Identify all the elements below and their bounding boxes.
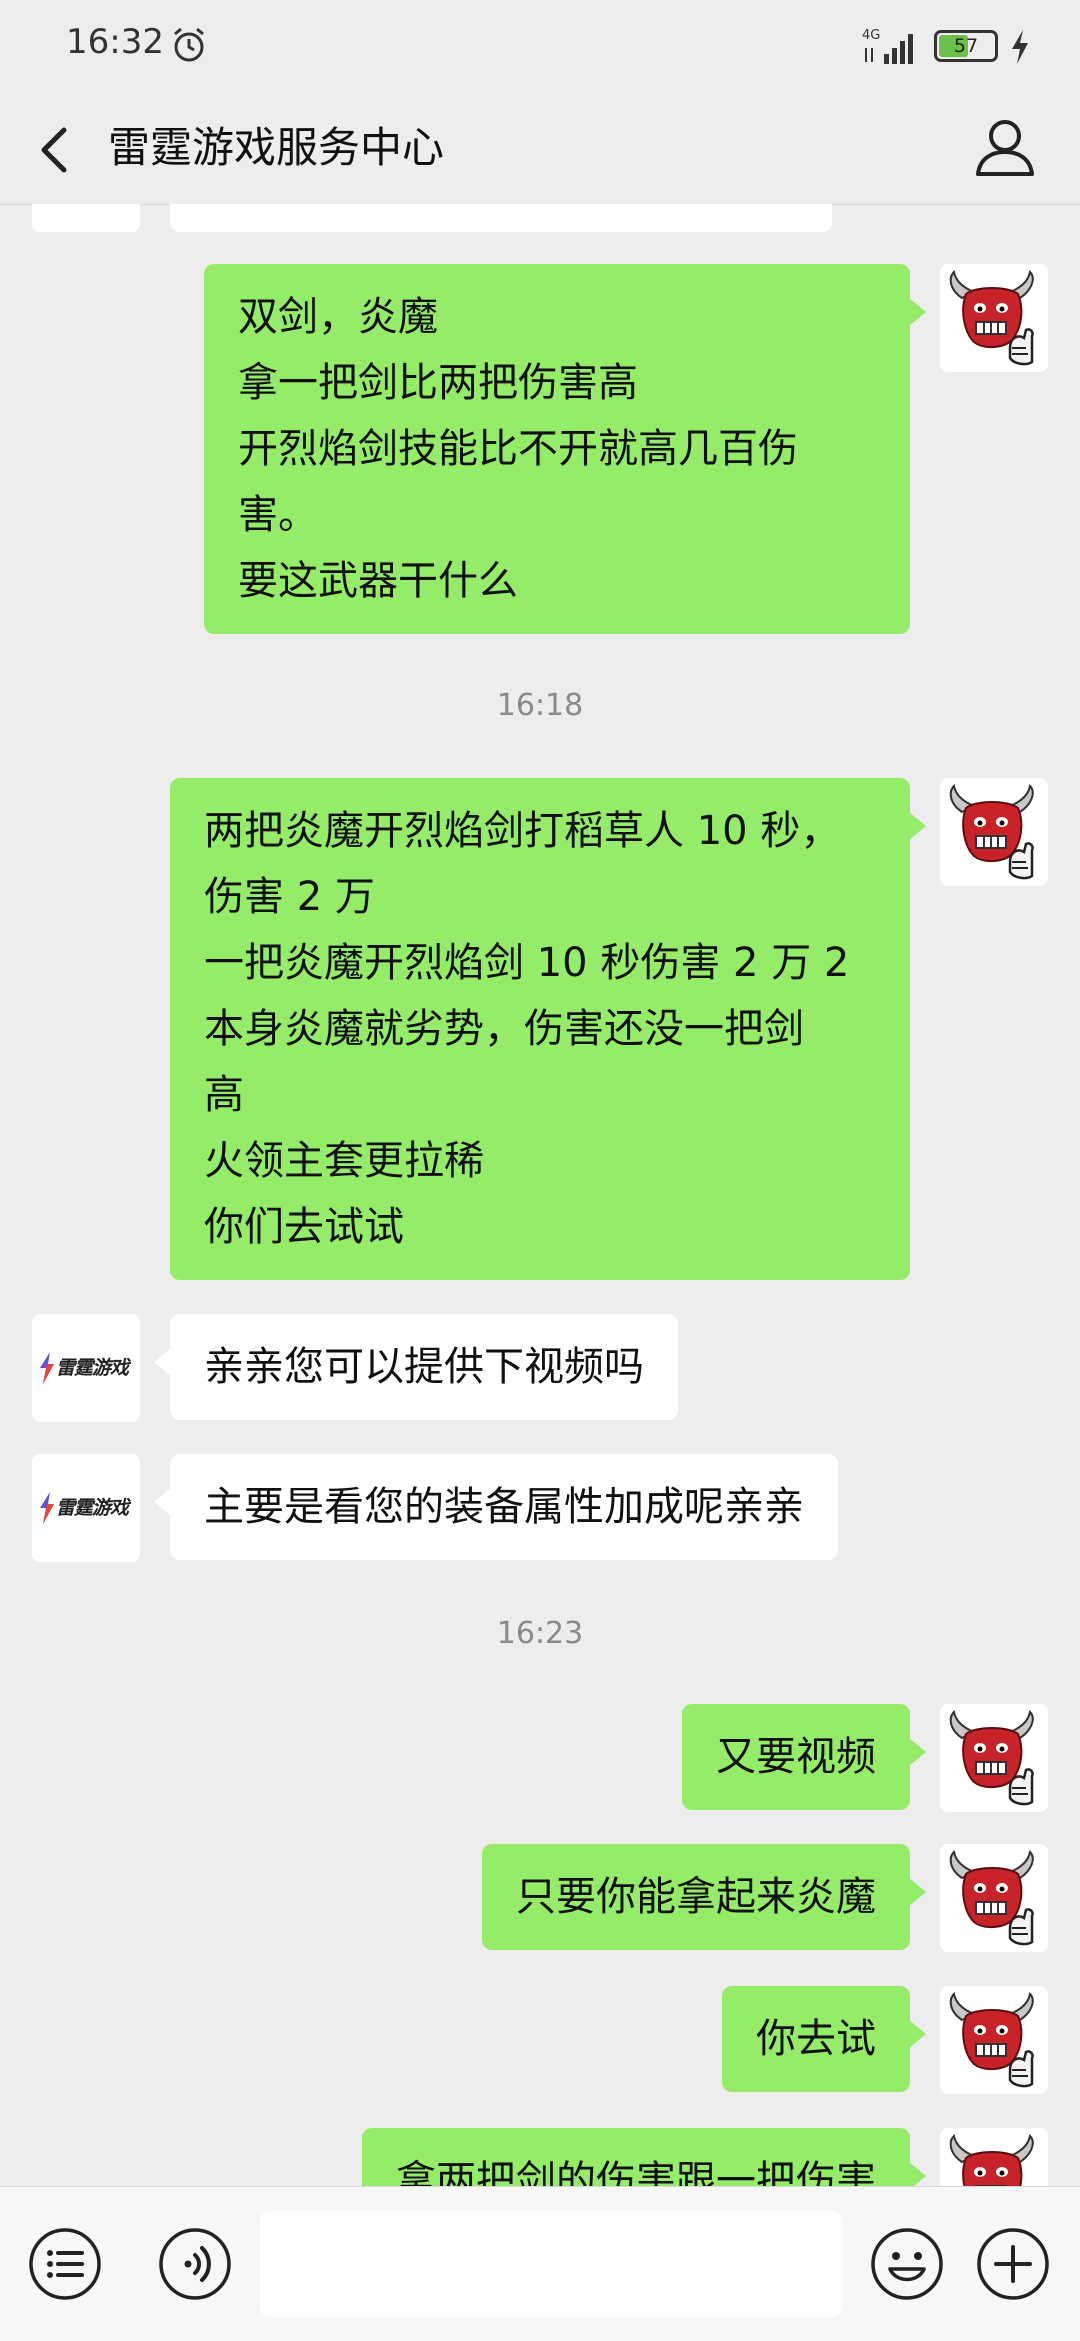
service-logo-text: 雷霆游戏 xyxy=(56,1357,129,1379)
battery-icon: 57 xyxy=(934,30,998,62)
bull-avatar-icon xyxy=(940,1986,1048,2094)
message-list[interactable]: 双剑，炎魔 拿一把剑比两把伤害高 开烈焰剑技能比不开就高几百伤 害。 要这武器干… xyxy=(0,204,1080,2186)
user-avatar[interactable] xyxy=(940,264,1048,372)
battery-percentage: 57 xyxy=(953,35,979,57)
message-bubble[interactable]: 拿两把剑的伤害跟一把伤害 xyxy=(362,2128,926,2186)
message-input[interactable] xyxy=(260,2211,842,2317)
network-label: 4G xyxy=(862,28,880,43)
user-avatar[interactable] xyxy=(940,1986,1048,2094)
user-avatar[interactable] xyxy=(940,1704,1048,1812)
message-bubble[interactable]: 主要是看您的装备属性加成呢亲亲 xyxy=(154,1454,838,1560)
message-bubble[interactable]: 又要视频 xyxy=(682,1704,926,1810)
chat-header: 雷霆游戏服务中心 xyxy=(0,96,1080,205)
lightning-logo-icon xyxy=(40,1492,54,1524)
message-bubble[interactable]: 只要你能拿起来炎魔 xyxy=(482,1844,926,1950)
user-avatar[interactable] xyxy=(940,2128,1048,2186)
timestamp: 16:18 xyxy=(496,688,584,723)
message-bubble[interactable]: 双剑，炎魔 拿一把剑比两把伤害高 开烈焰剑技能比不开就高几百伤 害。 要这武器干… xyxy=(204,264,926,634)
charging-bolt-icon xyxy=(1012,30,1028,64)
signal-icon: 4G xyxy=(862,28,913,64)
bull-avatar-icon xyxy=(940,264,1048,372)
message-bubble[interactable]: 你去试 xyxy=(722,1986,926,2092)
back-arrow-icon[interactable] xyxy=(30,118,78,182)
timestamp: 16:23 xyxy=(496,1616,584,1651)
input-bar xyxy=(0,2186,1080,2341)
alarm-icon xyxy=(174,27,204,62)
message-bubble[interactable]: 两把炎魔开烈焰剑打稻草人 10 秒， 伤害 2 万 一把炎魔开烈焰剑 10 秒伤… xyxy=(170,778,926,1280)
service-avatar[interactable]: 雷霆游戏 xyxy=(32,1454,140,1562)
status-bar: 16:32 4G 57 xyxy=(0,0,1080,96)
lightning-logo-icon xyxy=(40,1352,54,1384)
emoji-icon[interactable] xyxy=(870,2227,944,2301)
bull-avatar-icon xyxy=(940,2128,1048,2186)
bull-avatar-icon xyxy=(940,1844,1048,1952)
plus-icon[interactable] xyxy=(976,2227,1050,2301)
partial-previous-message xyxy=(0,204,1080,234)
message-bubble[interactable]: 亲亲您可以提供下视频吗 xyxy=(154,1314,678,1420)
user-avatar[interactable] xyxy=(940,1844,1048,1952)
service-avatar[interactable]: 雷霆游戏 xyxy=(32,1314,140,1422)
user-avatar[interactable] xyxy=(940,778,1048,886)
bull-avatar-icon xyxy=(940,1704,1048,1812)
voice-icon[interactable] xyxy=(158,2227,232,2301)
partial-bubble xyxy=(170,204,832,232)
status-time: 16:32 xyxy=(66,22,164,62)
menu-list-icon[interactable] xyxy=(28,2227,102,2301)
partial-avatar xyxy=(32,204,140,232)
bull-avatar-icon xyxy=(940,778,1048,886)
service-logo-text: 雷霆游戏 xyxy=(56,1497,129,1519)
chat-title: 雷霆游戏服务中心 xyxy=(108,123,445,172)
profile-icon[interactable] xyxy=(972,114,1038,180)
